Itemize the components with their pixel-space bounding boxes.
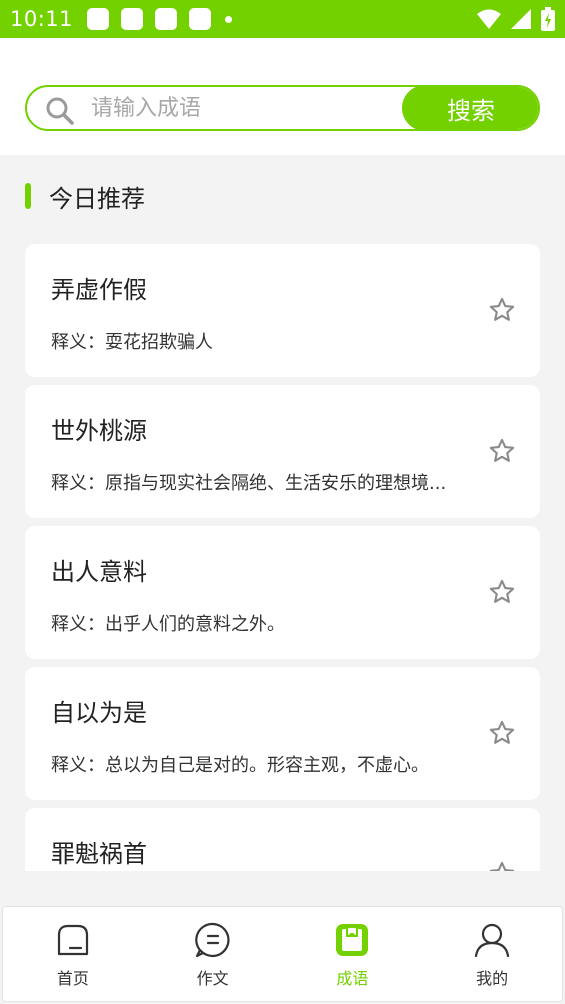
idiom-card[interactable]: 出人意料 释义：出乎人们的意料之外。: [25, 526, 540, 659]
idiom-title: 自以为是: [51, 699, 147, 727]
section-header: 今日推荐: [25, 180, 145, 213]
signal-icon: [511, 9, 531, 29]
more-notifications-dot: [225, 15, 233, 23]
wifi-icon: [477, 9, 501, 29]
idiom-title: 弄虚作假: [51, 276, 147, 304]
star-icon[interactable]: [488, 296, 516, 324]
notification-icon: [155, 8, 178, 30]
star-icon[interactable]: [488, 578, 516, 606]
tab-label: 成语: [336, 969, 369, 988]
idiom-card[interactable]: 自以为是 释义：总以为自己是对的。形容主观，不虚心。: [25, 667, 540, 800]
tab-profile[interactable]: 我的: [422, 907, 562, 1001]
home-icon: [57, 924, 88, 956]
chat-icon: [194, 922, 230, 958]
notification-icon: [87, 8, 110, 30]
status-bar: 10:11: [0, 0, 565, 38]
idiom-card[interactable]: 弄虚作假 释义：耍花招欺骗人: [25, 244, 540, 377]
idiom-description: 释义：耍花招欺骗人: [51, 332, 213, 353]
tab-essay[interactable]: 作文: [143, 907, 283, 1001]
search-button[interactable]: 搜索: [402, 87, 538, 129]
idiom-title: 世外桃源: [51, 417, 147, 445]
idiom-description: 释义：出乎人们的意料之外。: [51, 614, 285, 635]
search-area: 搜索: [0, 38, 565, 155]
tab-label: 我的: [476, 969, 509, 988]
idiom-card[interactable]: 世外桃源 释义：原指与现实社会隔绝、生活安乐的理想境...: [25, 385, 540, 518]
notification-icon: [121, 8, 144, 30]
battery-icon: [541, 7, 555, 31]
user-icon: [475, 923, 510, 958]
section-title: 今日推荐: [49, 184, 145, 213]
tab-label: 作文: [196, 969, 229, 988]
tab-home[interactable]: 首页: [3, 907, 143, 1001]
idiom-title: 出人意料: [51, 558, 147, 586]
star-icon[interactable]: [488, 860, 516, 871]
book-icon: [336, 924, 369, 956]
tab-label: 首页: [56, 969, 89, 988]
notification-icon: [189, 8, 212, 30]
idiom-list[interactable]: 弄虚作假 释义：耍花招欺骗人 世外桃源 释义：原指与现实社会隔绝、生活安乐的理想…: [0, 244, 565, 871]
idiom-card[interactable]: 罪魁祸首: [25, 808, 540, 871]
idiom-description: 释义：原指与现实社会隔绝、生活安乐的理想境...: [51, 473, 447, 494]
search-input[interactable]: [91, 87, 391, 129]
idiom-description: 释义：总以为自己是对的。形容主观，不虚心。: [51, 755, 429, 776]
star-icon[interactable]: [488, 437, 516, 465]
search-box[interactable]: 搜索: [25, 85, 540, 131]
status-time: 10:11: [10, 7, 74, 31]
idiom-title: 罪魁祸首: [51, 840, 147, 868]
tab-idioms[interactable]: 成语: [283, 907, 423, 1001]
star-icon[interactable]: [488, 719, 516, 747]
search-icon: [46, 97, 74, 125]
bottom-tab-bar: 首页 作文 成语 我的: [2, 906, 563, 1002]
section-accent-bar: [25, 183, 31, 209]
